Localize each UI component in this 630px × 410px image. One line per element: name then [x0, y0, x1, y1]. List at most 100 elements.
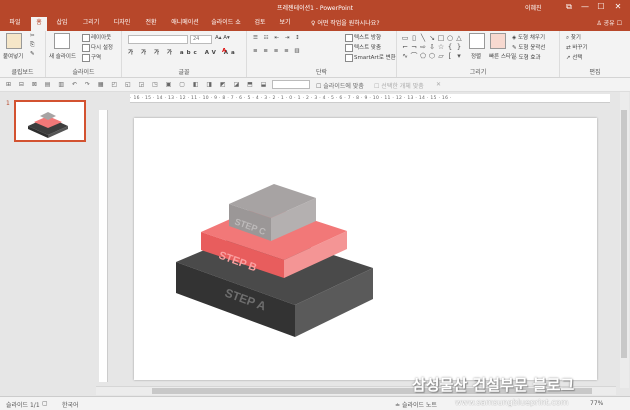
blog-watermark: 삼성물산 건설부문 블로그 — [412, 376, 575, 394]
text-direction-label: 텍스트 방향 — [354, 35, 382, 41]
reset-button[interactable]: 다시 설정 — [82, 43, 113, 52]
notes-label: 슬라이드 노트 — [401, 402, 437, 409]
tell-me-text: 어떤 작업을 원하시나요? — [317, 20, 380, 27]
section-button[interactable]: 구역 — [82, 53, 101, 62]
oval-icon[interactable]: ○ — [446, 34, 454, 42]
quick-tools-icons[interactable]: ⊞ ⊟ ⊠ ▤ ▥ ↶ ↷ ▦ ◰ ◱ ◲ ◳ ▣ ▢ ◧ ◨ ◩ ◪ ⬒ ⬓ … — [6, 81, 310, 88]
shapes-gallery[interactable]: ▭ ▯ ╲ ↘ □ ○ △ ⌐ ¬ ⇨ ⇩ ☆{} ∿ ⌒ ⬠ ⬡ ▱[▾ — [401, 34, 465, 64]
snap-to-slide-checkbox[interactable]: ☐ 슬라이드에 맞춤 — [316, 81, 364, 90]
tab-view[interactable]: 보기 — [277, 17, 293, 31]
close-button[interactable]: ✕ — [611, 2, 625, 11]
pyramid-diagram: STEP A STEP B STEP C — [176, 184, 373, 337]
curve-icon[interactable]: ⌒ — [410, 52, 418, 60]
group-paragraph: ☰ ☷ ⇤ ⇥ ↕ ≡ ≡ ≡ ≡ ▥ 텍스트 방향 텍스트 맞춤 SmartA… — [247, 31, 397, 77]
cut-icon[interactable]: ✂ — [30, 33, 35, 39]
align-selected-checkbox[interactable]: ☐ 선택한 개체 맞춤 — [374, 81, 424, 90]
notes-button[interactable]: ≐ 슬라이드 노트 — [395, 400, 437, 409]
line-icon[interactable]: ╲ — [419, 34, 427, 42]
ribbon-display-icon[interactable]: ⧉ — [562, 2, 576, 11]
new-slide-icon[interactable] — [54, 33, 70, 49]
shape-effects-label: 도형 효과 — [518, 55, 541, 61]
font-color-icon[interactable]: A — [222, 48, 226, 54]
replace-button[interactable]: ⇄ 바꾸기 — [566, 43, 588, 51]
spellcheck-icon[interactable]: ▢ — [42, 400, 48, 407]
brace-icon[interactable]: { — [446, 43, 454, 51]
list-icons[interactable]: ☰ ☷ ⇤ ⇥ ↕ — [253, 35, 302, 41]
smartart-icon — [345, 53, 353, 62]
shape-effects-button[interactable]: ◌ 도형 효과 — [512, 53, 541, 61]
notes-icon: ≐ — [395, 402, 402, 409]
font-name-select[interactable] — [128, 35, 188, 44]
slide-canvas[interactable]: STEP A STEP B STEP C — [134, 118, 597, 380]
textbox-vertical-icon[interactable]: ▯ — [410, 34, 418, 42]
user-name[interactable]: 이혜진 — [525, 3, 542, 12]
new-slide-button[interactable]: 새 슬라이드 — [49, 52, 76, 60]
triangle-icon[interactable]: △ — [455, 34, 463, 42]
smartart-button[interactable]: SmartArt로 변환 — [345, 53, 396, 62]
align-text-button[interactable]: 텍스트 맞춤 — [345, 43, 381, 52]
text-direction-button[interactable]: 텍스트 방향 — [345, 33, 381, 42]
close-subbar-icon[interactable]: ✕ — [436, 81, 441, 88]
section-icon — [82, 53, 90, 62]
zoom-level[interactable]: 77% — [590, 400, 603, 407]
shape-fill-button[interactable]: ◈ 도형 채우기 — [512, 33, 545, 41]
freeform-icon[interactable]: ∿ — [401, 52, 409, 60]
slide-thumbnail[interactable] — [14, 100, 86, 142]
font-size-select[interactable]: 24 — [190, 35, 212, 44]
share-button[interactable]: ♙ 공유 ☐ — [596, 18, 622, 27]
find-button[interactable]: ⌕ 찾기 — [566, 33, 581, 42]
language-indicator[interactable]: 한국어 — [62, 400, 79, 409]
user-icon: ♙ — [596, 20, 604, 27]
vertical-scroll-thumb[interactable] — [621, 110, 627, 358]
tab-home[interactable]: 홈 — [31, 17, 47, 31]
tab-review[interactable]: 검토 — [252, 17, 268, 31]
tell-me-box[interactable]: ♀ 어떤 작업을 원하시나요? — [311, 18, 380, 27]
tab-insert[interactable]: 삽입 — [53, 17, 71, 31]
elbow-connector-icon[interactable]: ⌐ — [401, 43, 409, 51]
more-shapes-icon[interactable]: ▾ — [455, 52, 463, 60]
connector-icon[interactable]: ¬ — [410, 43, 418, 51]
font-grow-icon[interactable]: A▴ A▾ — [215, 35, 230, 41]
rectangle-icon[interactable]: □ — [437, 34, 445, 42]
tab-animations[interactable]: 애니메이션 — [168, 17, 202, 31]
quick-styles-icon[interactable] — [490, 33, 506, 49]
format-painter-icon[interactable]: ✎ — [30, 51, 35, 57]
tab-transitions[interactable]: 전환 — [143, 17, 159, 31]
copy-icon[interactable]: ⎘ — [30, 42, 34, 49]
hexagon-icon[interactable]: ⬡ — [428, 52, 436, 60]
share-label: 공유 — [603, 20, 615, 27]
maximize-button[interactable]: ☐ — [594, 2, 608, 11]
tab-file[interactable]: 파일 — [6, 17, 24, 31]
blog-watermark-url: www.samsungblueprint.com — [455, 398, 569, 407]
find-label: 찾기 — [570, 35, 581, 41]
textbox-icon[interactable]: ▭ — [401, 34, 409, 42]
down-arrow-icon[interactable]: ⇩ — [428, 43, 436, 51]
align-text-label: 텍스트 맞춤 — [354, 45, 382, 51]
tab-design[interactable]: 디자인 — [110, 17, 134, 31]
paste-icon[interactable] — [6, 33, 22, 49]
arrange-icon[interactable] — [469, 33, 485, 49]
vertical-scrollbar[interactable] — [620, 92, 629, 388]
group-label: 단락 — [315, 69, 328, 76]
paste-button[interactable]: 붙여넣기 — [3, 52, 23, 60]
shape-outline-button[interactable]: ✎ 도형 윤곽선 — [512, 43, 545, 51]
arrow-icon[interactable]: ↘ — [428, 34, 436, 42]
star-icon[interactable]: ☆ — [437, 43, 445, 51]
minimize-button[interactable]: — — [578, 2, 592, 11]
tab-draw[interactable]: 그리기 — [80, 17, 102, 31]
callout-icon[interactable]: ▱ — [437, 52, 445, 60]
brace-right-icon[interactable]: } — [455, 43, 463, 51]
tab-slideshow[interactable]: 슬라이드 쇼 — [210, 17, 242, 31]
slide-count: 슬라이드 1/1 — [6, 402, 40, 409]
layout-button[interactable]: 레이아웃 — [82, 33, 111, 42]
pentagon-icon[interactable]: ⬠ — [419, 52, 427, 60]
text-direction-icon — [345, 33, 353, 42]
vertical-ruler[interactable] — [99, 110, 108, 382]
alignment-select[interactable] — [272, 80, 310, 89]
arrange-button[interactable]: 정렬 — [471, 52, 481, 60]
select-button[interactable]: ➚ 선택 — [566, 53, 582, 61]
align-icons[interactable]: ≡ ≡ ≡ ≡ ▥ — [253, 48, 302, 54]
bracket-icon[interactable]: [ — [446, 52, 454, 60]
block-arrow-icon[interactable]: ⇨ — [419, 43, 427, 51]
horizontal-ruler[interactable]: · 16 · 15 · 14 · 13 · 12 · 11 · 10 · 9 ·… — [130, 94, 610, 103]
